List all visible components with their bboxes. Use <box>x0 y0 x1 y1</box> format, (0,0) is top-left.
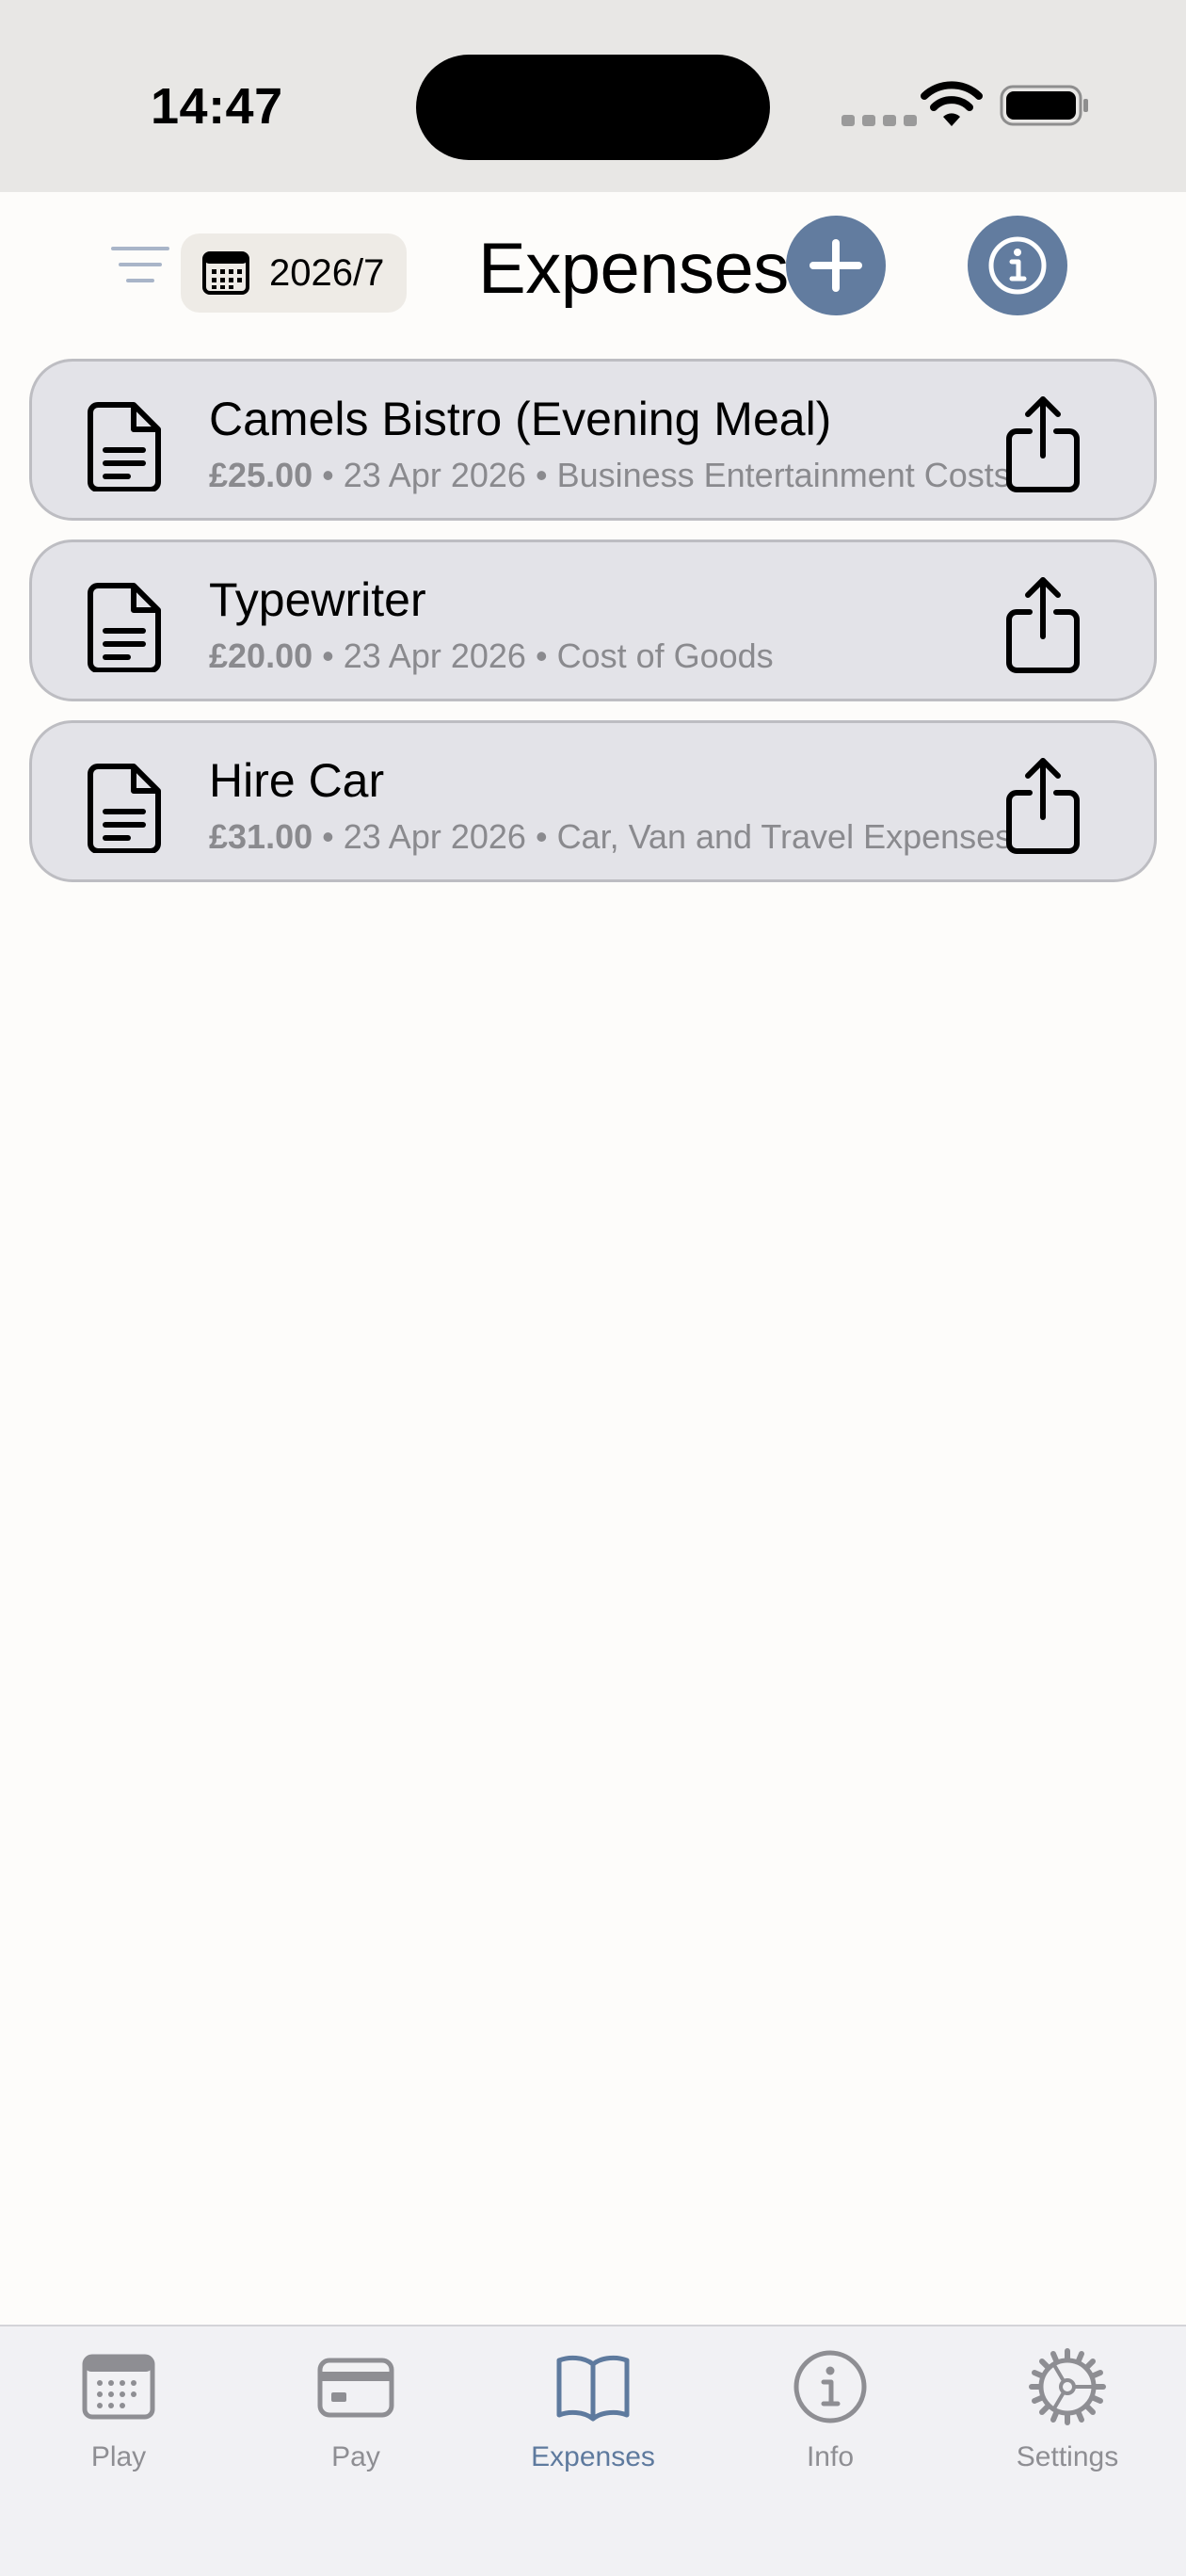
tab-label: Expenses <box>531 2441 655 2472</box>
document-icon <box>88 764 161 853</box>
expense-category: Cost of Goods <box>556 636 774 675</box>
document-icon <box>88 402 161 491</box>
expense-details: £25.00 • 23 Apr 2026 • Business Entertai… <box>209 456 1014 495</box>
tab-label: Pay <box>331 2441 380 2472</box>
expense-card[interactable]: Hire Car £31.00 • 23 Apr 2026 • Car, Van… <box>29 720 1157 882</box>
open-book-icon <box>556 2355 630 2422</box>
tab-pay[interactable]: Pay <box>237 2326 474 2515</box>
date-filter-chip[interactable]: 2026/7 <box>181 233 407 313</box>
info-button[interactable] <box>968 216 1067 315</box>
page-title: Expenses <box>478 229 789 309</box>
expense-category: Car, Van and Travel Expenses <box>556 817 1013 856</box>
separator: • <box>322 456 334 494</box>
expense-date: 23 Apr 2026 <box>343 817 526 856</box>
document-icon <box>88 583 161 672</box>
expense-amount: £31.00 <box>209 817 313 856</box>
expense-details: £20.00 • 23 Apr 2026 • Cost of Goods <box>209 636 1014 676</box>
share-icon[interactable] <box>1003 574 1082 674</box>
date-filter-label: 2026/7 <box>269 251 385 294</box>
tab-bar: Play Pay Expenses Info Settings <box>0 2325 1186 2576</box>
expense-card[interactable]: Typewriter £20.00 • 23 Apr 2026 • Cost o… <box>29 539 1157 701</box>
expense-title: Camels Bistro (Evening Meal) <box>209 393 832 445</box>
info-circle-icon <box>793 2350 867 2423</box>
share-icon[interactable] <box>1003 755 1082 855</box>
dynamic-island <box>416 55 770 160</box>
share-icon[interactable] <box>1003 394 1082 493</box>
expense-title: Hire Car <box>209 754 385 807</box>
tab-settings[interactable]: Settings <box>949 2326 1186 2515</box>
separator: • <box>535 456 548 494</box>
tab-play[interactable]: Play <box>0 2326 237 2515</box>
tab-label: Info <box>806 2441 855 2472</box>
cellular-signal-icon <box>841 115 917 126</box>
expenses-screen: 14:47 2026/7 Expenses Camels Bistro (Eve… <box>0 0 1186 2576</box>
info-icon <box>988 236 1047 295</box>
calendar-grid-icon <box>82 2354 155 2420</box>
expense-details: £31.00 • 23 Apr 2026 • Car, Van and Trav… <box>209 817 1014 857</box>
tab-label: Settings <box>1016 2441 1119 2472</box>
wifi-icon <box>921 81 983 126</box>
battery-icon <box>1000 85 1088 126</box>
expense-amount: £25.00 <box>209 456 313 494</box>
separator: • <box>535 817 548 856</box>
separator: • <box>322 636 334 675</box>
expense-category: Business Entertainment Costs <box>556 456 1011 494</box>
header: 2026/7 Expenses <box>0 192 1186 352</box>
status-time: 14:47 <box>151 78 283 135</box>
separator: • <box>535 636 548 675</box>
tab-info[interactable]: Info <box>712 2326 949 2515</box>
plus-icon <box>809 239 862 292</box>
gear-icon <box>1029 2348 1106 2425</box>
expense-date: 23 Apr 2026 <box>343 636 526 675</box>
separator: • <box>322 817 334 856</box>
status-bar: 14:47 <box>0 0 1186 192</box>
add-expense-button[interactable] <box>786 216 886 315</box>
tab-label: Play <box>90 2441 147 2472</box>
tab-expenses[interactable]: Expenses <box>474 2326 712 2515</box>
filter-lines-icon[interactable] <box>111 243 169 286</box>
expense-card[interactable]: Camels Bistro (Evening Meal) £25.00 • 23… <box>29 359 1157 521</box>
calendar-icon <box>202 251 249 295</box>
expense-amount: £20.00 <box>209 636 313 675</box>
expense-date: 23 Apr 2026 <box>343 456 526 494</box>
expense-title: Typewriter <box>209 573 426 626</box>
credit-card-icon <box>317 2358 394 2418</box>
